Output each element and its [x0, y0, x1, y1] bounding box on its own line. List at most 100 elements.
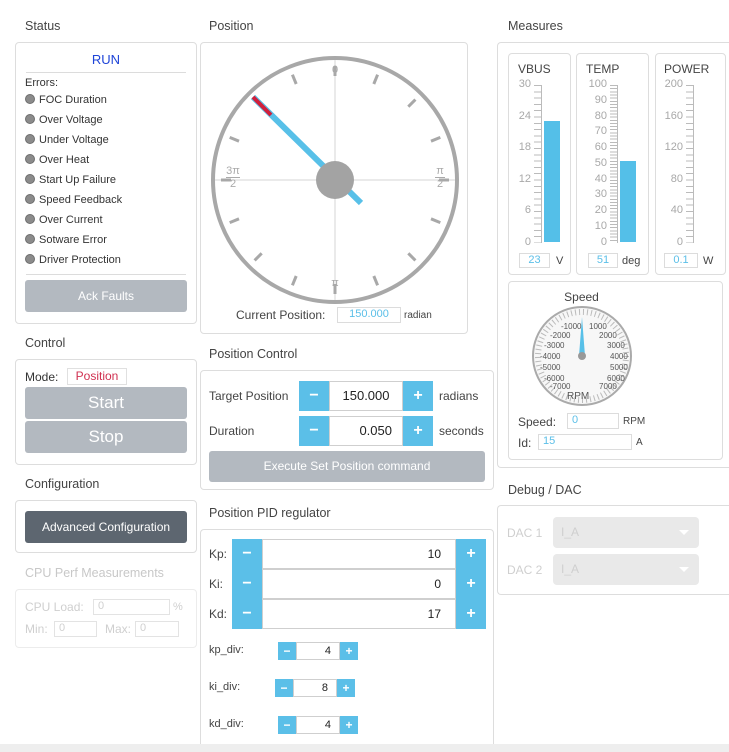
error-label: Under Voltage	[39, 134, 109, 146]
kd-div-increment-button[interactable]: +	[340, 716, 358, 734]
divider	[26, 274, 186, 275]
divider	[26, 72, 186, 73]
temp-tick-label: 90	[594, 94, 607, 106]
dial-label-top: 0	[331, 64, 339, 76]
error-under-voltage: Under Voltage	[25, 134, 109, 146]
duration-decrement-button[interactable]: −	[299, 416, 329, 446]
speed-unit: RPM	[623, 416, 646, 427]
measures-title: Measures	[508, 19, 563, 33]
execute-set-position-button[interactable]: Execute Set Position command	[209, 451, 485, 482]
cpu-max-field: 0	[135, 621, 179, 637]
ack-faults-button[interactable]: Ack Faults	[25, 280, 187, 312]
current-position-field: 150.000	[337, 307, 401, 323]
dac1-select[interactable]: I_A	[553, 517, 699, 548]
temp-tick-label: 80	[594, 110, 607, 122]
error-driver-protection: Driver Protection	[25, 254, 121, 266]
id-label: Id:	[518, 436, 532, 450]
error-label: Driver Protection	[39, 254, 121, 266]
dac2-selected-value: I_A	[561, 562, 580, 576]
cpu-max-label: Max:	[105, 622, 132, 636]
cpu-load-unit: %	[173, 601, 183, 613]
vbus-value-field: 23	[519, 253, 550, 268]
cpu-min-field: 0	[54, 621, 97, 637]
target-increment-button[interactable]: +	[403, 381, 433, 411]
dial-label-right-num: π	[436, 165, 444, 177]
target-decrement-button[interactable]: −	[299, 381, 329, 411]
position-control-panel: Target Position − 150.000 + radians Dura…	[200, 370, 494, 490]
dial-label-bottom: π	[331, 277, 339, 289]
speed-scale-label: 5000	[610, 363, 628, 372]
ki-div-decrement-button[interactable]: −	[275, 679, 293, 697]
kp-div-increment-button[interactable]: +	[340, 642, 358, 660]
power-tick-label: 80	[670, 173, 683, 185]
cpu-load-label: CPU Load:	[25, 600, 84, 614]
speed-scale-label: 3000	[607, 341, 625, 350]
temp-tick-label: 30	[594, 188, 607, 200]
target-position-field[interactable]: 150.000	[329, 381, 403, 411]
dial-label-left-den: 2	[226, 177, 240, 190]
kd-div-decrement-button[interactable]: −	[278, 716, 296, 734]
ki-div-field[interactable]: 8	[293, 679, 337, 697]
temp-tick-label: 20	[594, 204, 607, 216]
power-tick-label: 200	[664, 78, 683, 90]
debug-dac-title: Debug / DAC	[508, 483, 582, 497]
ki-decrement-button[interactable]: −	[232, 569, 262, 599]
position-title: Position	[209, 19, 254, 33]
led-indicator	[25, 254, 35, 264]
target-position-unit: radians	[439, 389, 479, 403]
target-position-label: Target Position	[209, 389, 289, 403]
ki-field[interactable]: 0	[262, 569, 456, 599]
ki-increment-button[interactable]: +	[456, 569, 486, 599]
kd-div-field[interactable]: 4	[296, 716, 340, 734]
position-panel: 0 π π2 3π 2 Current Position: 150.000 rad…	[200, 42, 468, 334]
ki-div-label: ki_div:	[209, 681, 241, 693]
chevron-down-icon	[679, 530, 689, 535]
kp-field[interactable]: 10	[262, 539, 456, 569]
temp-value-field: 51	[588, 253, 618, 268]
kd-decrement-button[interactable]: −	[232, 599, 262, 629]
error-start-up-failure: Start Up Failure	[25, 174, 116, 186]
status-title: Status	[25, 19, 61, 33]
dac1-label: DAC 1	[507, 526, 543, 540]
speed-scale-label: -3000	[544, 341, 565, 350]
vbus-tick-label: 6	[524, 204, 531, 216]
control-title: Control	[25, 336, 66, 350]
error-label: Over Current	[39, 214, 103, 226]
ki-label: Ki:	[209, 577, 224, 591]
position-control-title: Position Control	[209, 347, 298, 361]
kp-div-decrement-button[interactable]: −	[278, 642, 296, 660]
power-tick-label: 40	[670, 204, 683, 216]
led-indicator	[25, 114, 35, 124]
kd-div-label: kd_div:	[209, 718, 244, 730]
temp-scale	[610, 85, 618, 243]
vbus-tick-label: 30	[518, 78, 531, 90]
kp-increment-button[interactable]: +	[456, 539, 486, 569]
start-button[interactable]: Start	[25, 387, 187, 419]
error-label: FOC Duration	[39, 94, 107, 106]
advanced-configuration-button[interactable]: Advanced Configuration	[25, 511, 187, 543]
ki-div-increment-button[interactable]: +	[337, 679, 355, 697]
cpu-load-field: 0	[93, 599, 170, 615]
cpu-min-label: Min:	[25, 622, 48, 636]
dac2-select[interactable]: I_A	[553, 554, 699, 585]
led-indicator	[25, 174, 35, 184]
kd-increment-button[interactable]: +	[456, 599, 486, 629]
power-value-field: 0.1	[664, 253, 698, 268]
speed-scale-label: 4000	[610, 352, 628, 361]
pid-panel: Kp: − 10 + Ki: − 0 + Kd: − 17 + kp_div: …	[200, 529, 494, 752]
power-unit: W	[703, 255, 714, 267]
speed-label: Speed:	[518, 415, 557, 429]
duration-increment-button[interactable]: +	[403, 416, 433, 446]
vbus-tick-label: 0	[524, 236, 531, 248]
vbus-label: VBUS	[518, 62, 551, 76]
dac1-selected-value: I_A	[561, 525, 580, 539]
duration-field[interactable]: 0.050	[329, 416, 403, 446]
kp-decrement-button[interactable]: −	[232, 539, 262, 569]
vbus-tick-label: 24	[518, 110, 531, 122]
kp-div-field[interactable]: 4	[296, 642, 340, 660]
kd-label: Kd:	[209, 607, 228, 621]
power-tick-label: 120	[664, 141, 683, 153]
stop-button[interactable]: Stop	[25, 421, 187, 453]
temp-tick-label: 40	[594, 173, 607, 185]
kd-field[interactable]: 17	[262, 599, 456, 629]
